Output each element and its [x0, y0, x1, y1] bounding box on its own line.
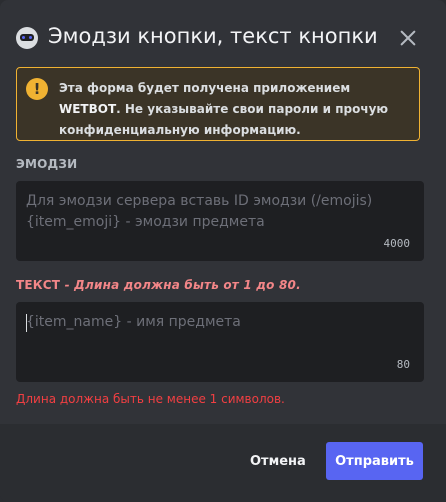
close-icon[interactable]	[396, 26, 420, 50]
text-input[interactable]: {item_name} - имя предмета 80	[16, 302, 424, 382]
text-field-hint: - Длина должна быть от 1 до 80.	[60, 278, 301, 292]
emoji-input[interactable]: Для эмодзи сервера вставь ID эмодзи (/em…	[16, 181, 424, 261]
bot-avatar-icon	[16, 27, 38, 49]
exclamation-icon: !	[26, 78, 48, 100]
text-field-error: Длина должна быть не менее 1 символов.	[16, 392, 285, 406]
app-name: WETBOT	[59, 102, 117, 116]
emoji-input-placeholder: Для эмодзи сервера вставь ID эмодзи (/em…	[26, 193, 373, 230]
text-char-counter: 80	[396, 358, 410, 371]
emoji-field-label: Эмодзи	[16, 157, 78, 171]
cancel-button[interactable]: Отмена	[244, 442, 310, 480]
warning-text: Эта форма будет получена приложением WET…	[59, 81, 389, 137]
modal-title: Эмодзи кнопки, текст кнопки	[48, 24, 378, 48]
submit-button[interactable]: Отправить	[326, 442, 423, 480]
modal-footer: Отмена Отправить	[0, 424, 446, 502]
emoji-char-counter: 4000	[383, 237, 411, 250]
privacy-warning: ! Эта форма будет получена приложением W…	[16, 67, 420, 141]
modal-header: Эмодзи кнопки, текст кнопки	[0, 0, 446, 70]
text-field-label: Текст - Длина должна быть от 1 до 80.	[16, 278, 301, 292]
modal-dialog: Эмодзи кнопки, текст кнопки ! Эта форма …	[0, 0, 446, 502]
text-input-placeholder: {item_name} - имя предмета	[26, 314, 241, 330]
